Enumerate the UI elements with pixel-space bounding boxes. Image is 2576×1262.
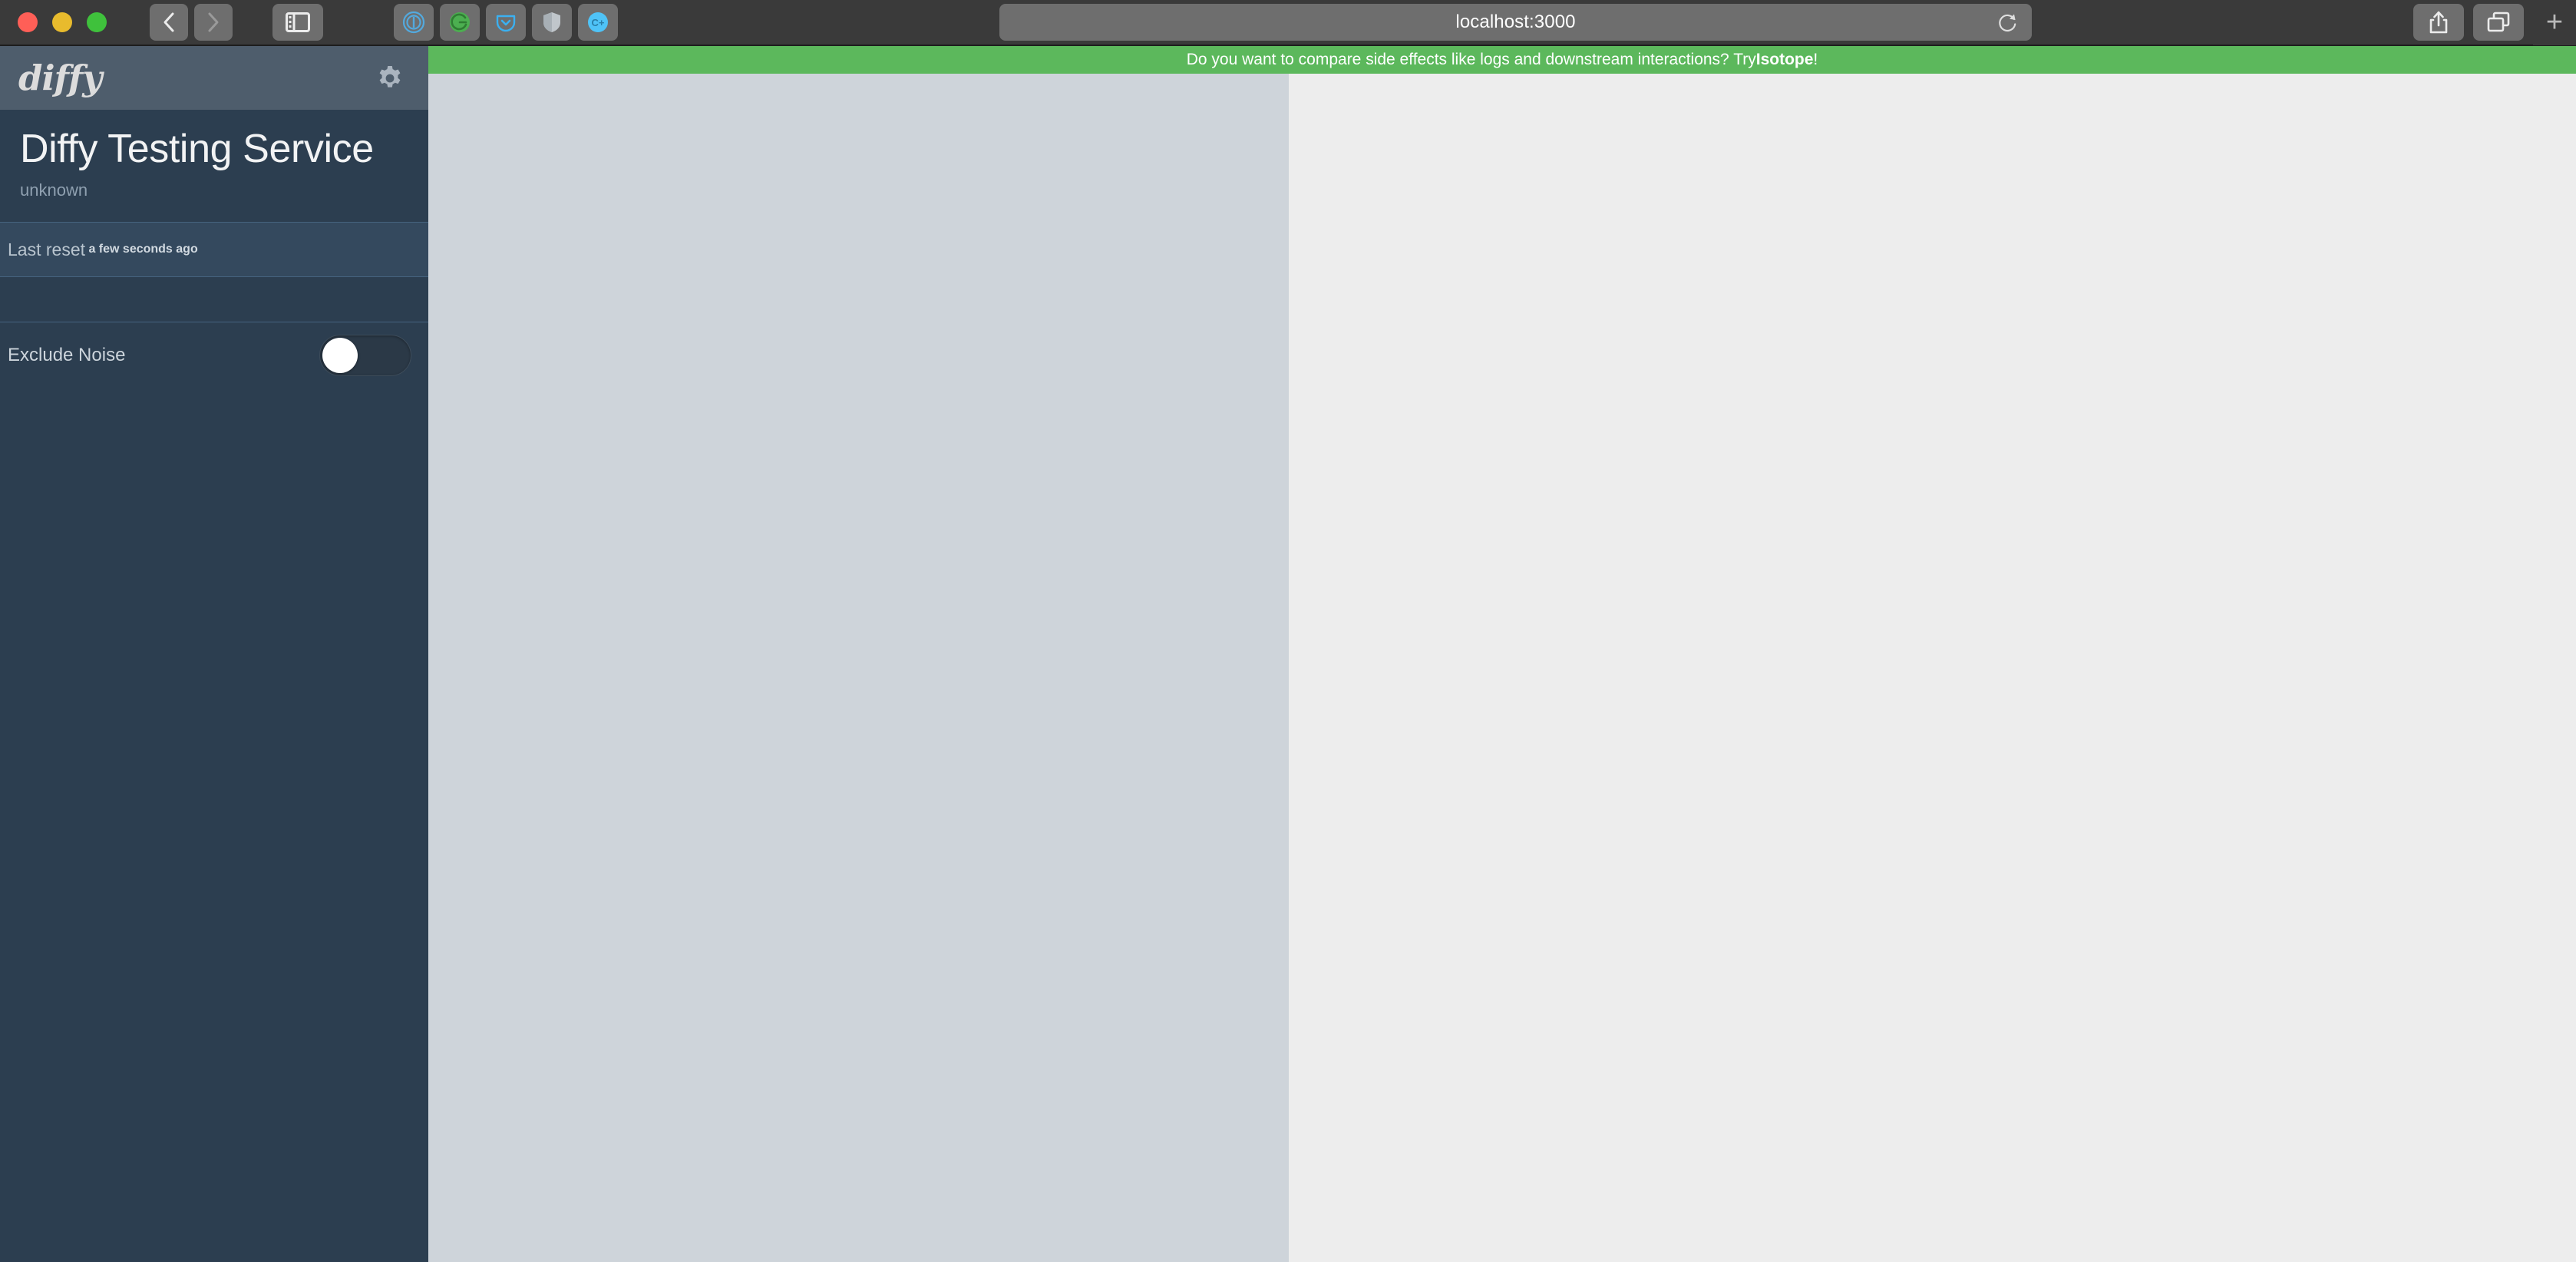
c-plus-icon: C+ [588,12,608,32]
service-subtitle: unknown [20,180,88,200]
service-info-block: Diffy Testing Service unknown [0,110,428,222]
sidebar-icon [286,12,310,32]
sidebar: diffy Diffy Testing Service unknown Last… [0,46,428,1262]
chevron-left-icon [163,12,174,32]
address-bar-container: localhost:3000 [638,4,2393,41]
settings-button[interactable] [373,61,407,95]
last-reset-row[interactable]: Last reset a few seconds ago [0,222,428,278]
toggle-knob [322,338,358,374]
last-reset-value: a few seconds ago [88,243,198,256]
grammarly-icon [450,12,470,32]
sidebar-divider [0,277,428,323]
pocket-icon [496,15,516,32]
tab-overview-button[interactable] [2473,4,2524,41]
reload-icon [1999,14,2016,31]
extension-shield-button[interactable] [532,4,572,41]
brand-logo: diffy [18,58,102,98]
exclude-noise-row[interactable]: Exclude Noise [0,322,428,388]
service-title: Diffy Testing Service [20,127,374,171]
window-traffic-lights [18,12,107,32]
promo-banner[interactable]: Do you want to compare side effects like… [428,46,2576,74]
right-content-pane [1289,74,2576,1262]
chevron-right-icon [208,12,219,32]
minimize-window-button[interactable] [52,12,72,32]
forward-button[interactable] [194,4,233,41]
sidebar-header: diffy [0,46,428,110]
share-icon [2429,11,2448,34]
promo-banner-text-before: Do you want to compare side effects like… [1186,51,1756,68]
left-content-pane [428,74,1289,1262]
svg-text:C+: C+ [592,17,605,28]
chrome-right-buttons: + [2413,0,2576,45]
exclude-noise-toggle[interactable] [319,335,411,377]
browser-chrome: C+ localhost:3000 + [0,0,2576,46]
extension-pocket-button[interactable] [486,4,526,41]
close-window-button[interactable] [18,12,38,32]
extension-buttons: C+ [394,4,618,41]
new-tab-button[interactable]: + [2533,0,2576,45]
extension-cplus-button[interactable]: C+ [578,4,618,41]
shield-icon [543,12,560,32]
zoom-window-button[interactable] [87,12,107,32]
extension-grammarly-button[interactable] [440,4,480,41]
page-viewport: Do you want to compare side effects like… [0,46,2576,1262]
new-tab-label: + [2545,6,2564,38]
exclude-noise-label: Exclude Noise [8,345,126,366]
last-reset-label: Last reset [8,239,85,259]
promo-banner-text-after: ! [1813,51,1818,68]
tab-overview-icon [2487,12,2510,32]
address-bar[interactable]: localhost:3000 [999,4,2032,41]
share-button[interactable] [2413,4,2464,41]
navigation-buttons [150,4,233,41]
promo-banner-link[interactable]: Isotope [1756,51,1814,69]
reload-button[interactable] [1995,9,2021,35]
address-bar-url: localhost:3000 [1455,12,1576,32]
extension-1password-button[interactable] [394,4,434,41]
back-button[interactable] [150,4,188,41]
gear-icon [379,65,401,88]
sidebar-toggle-button[interactable] [272,4,323,41]
1password-icon [402,11,425,34]
